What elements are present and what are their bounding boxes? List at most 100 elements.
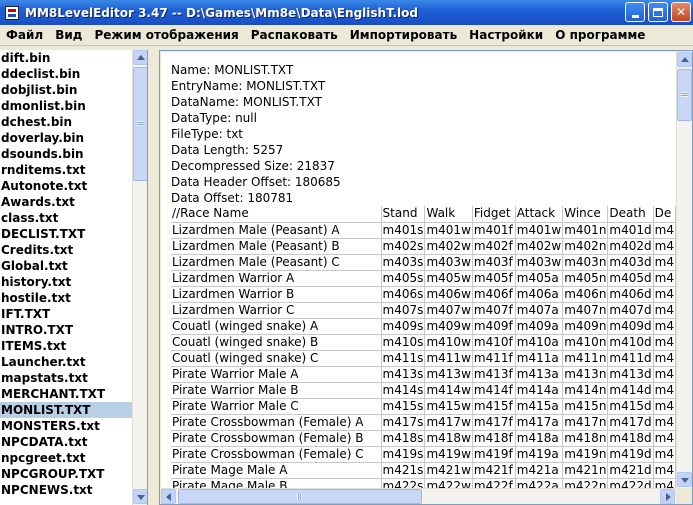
- file-list-item[interactable]: Autonote.txt: [0, 178, 132, 194]
- file-list-item[interactable]: dmonlist.bin: [0, 98, 132, 114]
- arrow-right-icon[interactable]: [660, 489, 675, 504]
- table-row[interactable]: Pirate Crossbowman (Female) Cm419s m419w m…: [171, 446, 676, 463]
- table-cell: m414w: [424, 382, 473, 399]
- file-list-item[interactable]: dobjlist.bin: [0, 82, 132, 98]
- file-list-scrollbar[interactable]: [132, 50, 147, 505]
- table-row[interactable]: Lizardmen Male (Peasant) Cm403s m403w m403…: [171, 254, 676, 271]
- menu-display-mode[interactable]: Режим отображения: [88, 28, 244, 42]
- table-cell: Lizardmen Male (Peasant) A: [171, 222, 382, 239]
- table-cell: m417s: [381, 414, 426, 431]
- file-list-item[interactable]: ddeclist.bin: [0, 66, 132, 82]
- table-row[interactable]: Couatl (winged snake) Bm410s m410w m410f m4…: [171, 334, 676, 351]
- table-cell: m422s: [381, 478, 426, 488]
- arrow-left-icon[interactable]: [161, 489, 176, 504]
- detail-hscroll-thumb[interactable]: [178, 489, 422, 504]
- file-list-item[interactable]: mapstats.txt: [0, 370, 132, 386]
- table-cell: m419f: [472, 446, 516, 463]
- maximize-icon: [653, 7, 663, 17]
- table-row[interactable]: Couatl (winged snake) Am409s m409w m409f m4…: [171, 318, 676, 335]
- info-line: Name: MONLIST.TXT: [171, 63, 294, 77]
- file-list-item[interactable]: DECLIST.TXT: [0, 226, 132, 242]
- table-cell: m401n: [562, 222, 609, 239]
- table-cell: m401w: [515, 222, 564, 239]
- table-cell: m411f: [472, 350, 516, 367]
- close-button[interactable]: ✕: [671, 2, 691, 22]
- file-list-item[interactable]: dsounds.bin: [0, 146, 132, 162]
- table-row[interactable]: Pirate Mage Male Bm422s m422w m422f m422a m4…: [171, 478, 676, 488]
- detail-horizontal-scrollbar[interactable]: [161, 488, 676, 504]
- menu-import[interactable]: Импортировать: [344, 28, 463, 42]
- arrow-up-icon[interactable]: [133, 50, 147, 65]
- menu-unpack[interactable]: Распаковать: [245, 28, 344, 42]
- table-cell: m402d: [607, 238, 654, 255]
- file-list-item[interactable]: history.txt: [0, 274, 132, 290]
- table-row[interactable]: Pirate Crossbowman (Female) Am417s m417w m…: [171, 414, 676, 431]
- menu-view[interactable]: Вид: [49, 28, 88, 42]
- table-cell: m415d: [607, 398, 654, 415]
- detail-vscroll-thumb[interactable]: [677, 69, 692, 121]
- file-list-item[interactable]: Awards.txt: [0, 194, 132, 210]
- table-row[interactable]: Pirate Crossbowman (Female) Bm418s m418w m…: [171, 430, 676, 447]
- file-list-item[interactable]: MONSTERS.txt: [0, 418, 132, 434]
- file-list-item[interactable]: hostile.txt: [0, 290, 132, 306]
- arrow-down-icon[interactable]: [677, 472, 692, 487]
- table-row[interactable]: Lizardmen Male (Peasant) Am401s m401w m401…: [171, 222, 676, 239]
- file-list-item[interactable]: Launcher.txt: [0, 354, 132, 370]
- file-list-item[interactable]: Credits.txt: [0, 242, 132, 258]
- file-list-item[interactable]: class.txt: [0, 210, 132, 226]
- panel-splitter[interactable]: [149, 50, 159, 505]
- file-list-item[interactable]: Global.txt: [0, 258, 132, 274]
- file-list-item[interactable]: NPCGROUP.TXT: [0, 466, 132, 482]
- file-list-item[interactable]: ITEMS.txt: [0, 338, 132, 354]
- table-cell: m414s: [381, 382, 426, 399]
- menu-settings[interactable]: Настройки: [463, 28, 549, 42]
- file-list-item[interactable]: IFT.TXT: [0, 306, 132, 322]
- table-row[interactable]: Lizardmen Warrior Am405s m405w m405f m405a m…: [171, 270, 676, 287]
- info-line: Data Header Offset: 180685: [171, 175, 341, 189]
- minimize-button[interactable]: [625, 2, 645, 22]
- table-cell: m417a: [515, 414, 564, 431]
- table-cell: m406w: [424, 286, 473, 303]
- table-row[interactable]: Lizardmen Male (Peasant) Bm402s m402w m402…: [171, 238, 676, 255]
- table-cell: m421a: [515, 462, 564, 479]
- table-row[interactable]: Pirate Warrior Male Cm415s m415w m415f m415…: [171, 398, 676, 415]
- file-list-item[interactable]: MERCHANT.TXT: [0, 386, 132, 402]
- table-header-cell: Death: [607, 206, 654, 223]
- table-row[interactable]: Pirate Mage Male Am421s m421w m421f m421a m4…: [171, 462, 676, 479]
- table-cell: m409n: [562, 318, 609, 335]
- arrow-up-icon[interactable]: [677, 52, 692, 67]
- table-cell: m403w: [424, 254, 473, 271]
- file-list-item[interactable]: dift.bin: [0, 50, 132, 66]
- maximize-button[interactable]: [648, 2, 668, 22]
- detail-vertical-scrollbar[interactable]: [676, 52, 692, 488]
- file-list-item[interactable]: rnditems.txt: [0, 162, 132, 178]
- table-cell: m409w: [424, 318, 473, 335]
- file-list-scroll-thumb[interactable]: [133, 67, 147, 181]
- table-row[interactable]: Lizardmen Warrior Cm407s m407w m407f m407a m…: [171, 302, 676, 319]
- file-list-item[interactable]: npcgreet.txt: [0, 450, 132, 466]
- table-cell: m4: [653, 350, 676, 367]
- table-cell: m4: [653, 286, 676, 303]
- menu-file[interactable]: Файл: [0, 28, 49, 42]
- menu-about[interactable]: О программе: [549, 28, 651, 42]
- file-list-item[interactable]: NPCDATA.txt: [0, 434, 132, 450]
- scrollbar-corner: [676, 488, 692, 504]
- info-line: Decompressed Size: 21837: [171, 159, 335, 173]
- file-list-item[interactable]: MONLIST.TXT: [0, 402, 132, 418]
- table-cell: m4: [653, 302, 676, 319]
- file-list-item[interactable]: INTRO.TXT: [0, 322, 132, 338]
- table-cell: m401w: [424, 222, 473, 239]
- table-row[interactable]: Pirate Warrior Male Bm414s m414w m414f m414…: [171, 382, 676, 399]
- table-row[interactable]: Lizardmen Warrior Bm406s m406w m406f m406a m…: [171, 286, 676, 303]
- table-row[interactable]: Pirate Warrior Male Am413s m413w m413f m413…: [171, 366, 676, 383]
- title-bar[interactable]: MM8LevelEditor 3.47 -- D:\Games\Mm8e\Dat…: [0, 0, 693, 25]
- table-header-row: //Race Name Stand Walk Fidget Attack Wince Dea…: [171, 206, 676, 223]
- file-list-item[interactable]: NPCNEWS.txt: [0, 482, 132, 498]
- arrow-down-icon[interactable]: [133, 489, 147, 504]
- table-cell: m417d: [607, 414, 654, 431]
- table-row[interactable]: Couatl (winged snake) Cm411s m411w m411f m4…: [171, 350, 676, 367]
- table-cell: m406s: [381, 286, 426, 303]
- file-list-item[interactable]: doverlay.bin: [0, 130, 132, 146]
- table-cell: m4: [653, 366, 676, 383]
- file-list-item[interactable]: dchest.bin: [0, 114, 132, 130]
